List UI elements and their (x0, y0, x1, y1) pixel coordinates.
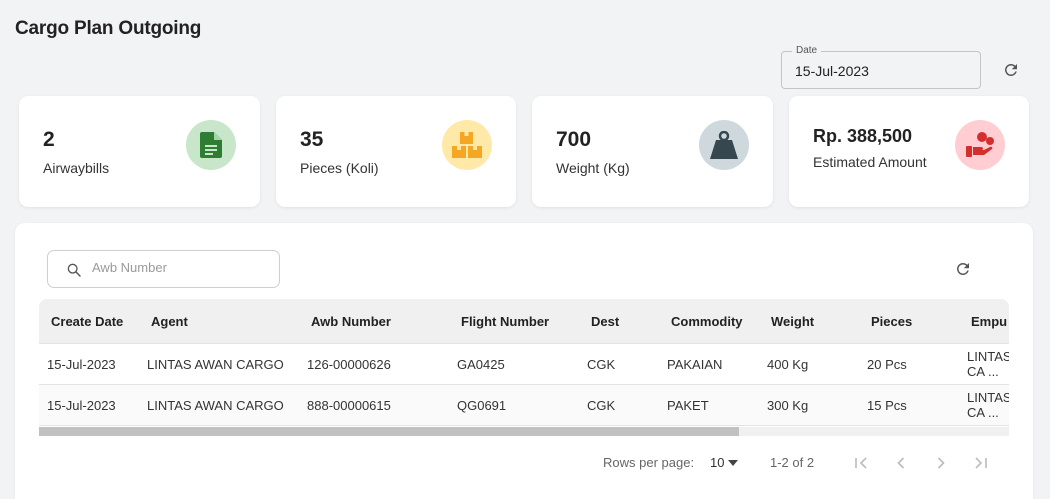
card-value: Rp. 388,500 (813, 126, 913, 146)
table-cell: PAKET (667, 398, 709, 413)
table-cell: LINTAS CA ... (967, 390, 1009, 420)
table-cell: GA0425 (457, 357, 505, 372)
page-title: Cargo Plan Outgoing (15, 18, 202, 39)
column-header[interactable]: Create Date (51, 314, 123, 329)
table-cell: QG0691 (457, 398, 507, 413)
table-row[interactable]: 15-Jul-2023 LINTAS AWAN CARGO 126-000006… (39, 344, 1009, 385)
table-cell: LINTAS AWAN CARGO (147, 357, 284, 372)
column-header[interactable]: Agent (151, 314, 188, 329)
card-label: Estimated Amount (813, 154, 927, 170)
card-value: 35 (300, 128, 324, 151)
column-header[interactable]: Pieces (871, 314, 912, 329)
date-field[interactable]: Date 15-Jul-2023 (781, 45, 981, 89)
table-cell: LINTAS CA ... (967, 349, 1009, 379)
rows-per-page-value: 10 (710, 455, 725, 470)
card-estimated-amount: Rp. 388,500 Estimated Amount (789, 96, 1029, 207)
boxes-icon (442, 120, 492, 170)
awb-table-panel: Create Date Agent Awb Number Flight Numb… (15, 223, 1033, 499)
horizontal-scrollbar[interactable] (39, 427, 1009, 436)
card-weight: 700 Weight (Kg) (532, 96, 773, 207)
refresh-table-icon[interactable] (954, 260, 972, 278)
column-header[interactable]: Awb Number (311, 314, 391, 329)
card-label: Airwaybills (43, 160, 110, 176)
document-icon (186, 120, 236, 170)
table-cell: PAKAIAN (667, 357, 723, 372)
first-page-icon[interactable] (851, 453, 871, 473)
pagination-range: 1-2 of 2 (770, 455, 815, 470)
date-value[interactable]: 15-Jul-2023 (795, 63, 869, 79)
rows-per-page-select[interactable]: 10 (710, 455, 739, 470)
card-label: Weight (Kg) (556, 160, 630, 176)
card-label: Pieces (Koli) (300, 160, 379, 176)
table-cell: 400 Kg (767, 357, 809, 372)
card-value: 700 (556, 128, 592, 151)
column-header[interactable]: Weight (771, 314, 814, 329)
column-header[interactable]: Dest (591, 314, 619, 329)
card-value: 2 (43, 128, 55, 151)
date-label: Date (792, 45, 822, 56)
search-icon (67, 263, 81, 277)
column-header[interactable]: Empu (971, 314, 1007, 329)
table-cell: CGK (587, 357, 616, 372)
table-cell: 126-00000626 (307, 357, 391, 372)
column-header[interactable]: Commodity (671, 314, 743, 329)
table-header: Create Date Agent Awb Number Flight Numb… (39, 299, 1009, 344)
awb-table: Create Date Agent Awb Number Flight Numb… (39, 299, 1009, 436)
last-page-icon[interactable] (971, 453, 991, 473)
weight-icon (699, 120, 749, 170)
card-pieces: 35 Pieces (Koli) (276, 96, 516, 207)
table-cell: 888-00000615 (307, 398, 391, 413)
table-cell: 15 Pcs (867, 398, 907, 413)
table-cell: 15-Jul-2023 (47, 357, 116, 372)
search-box[interactable] (47, 250, 280, 288)
search-input[interactable] (92, 260, 272, 275)
hand-coins-icon (955, 120, 1005, 170)
table-cell: 300 Kg (767, 398, 809, 413)
column-header[interactable]: Flight Number (461, 314, 549, 329)
table-cell: 20 Pcs (867, 357, 907, 372)
scrollbar-thumb[interactable] (39, 427, 739, 436)
card-airwaybills: 2 Airwaybills (19, 96, 260, 207)
table-cell: 15-Jul-2023 (47, 398, 116, 413)
next-page-icon[interactable] (931, 453, 951, 473)
previous-page-icon[interactable] (891, 453, 911, 473)
table-cell: CGK (587, 398, 616, 413)
chevron-down-icon (728, 459, 739, 466)
table-cell: LINTAS AWAN CARGO (147, 398, 284, 413)
table-row[interactable]: 15-Jul-2023 LINTAS AWAN CARGO 888-000006… (39, 385, 1009, 426)
refresh-icon[interactable] (1002, 61, 1020, 79)
rows-per-page-label: Rows per page: (603, 455, 695, 470)
